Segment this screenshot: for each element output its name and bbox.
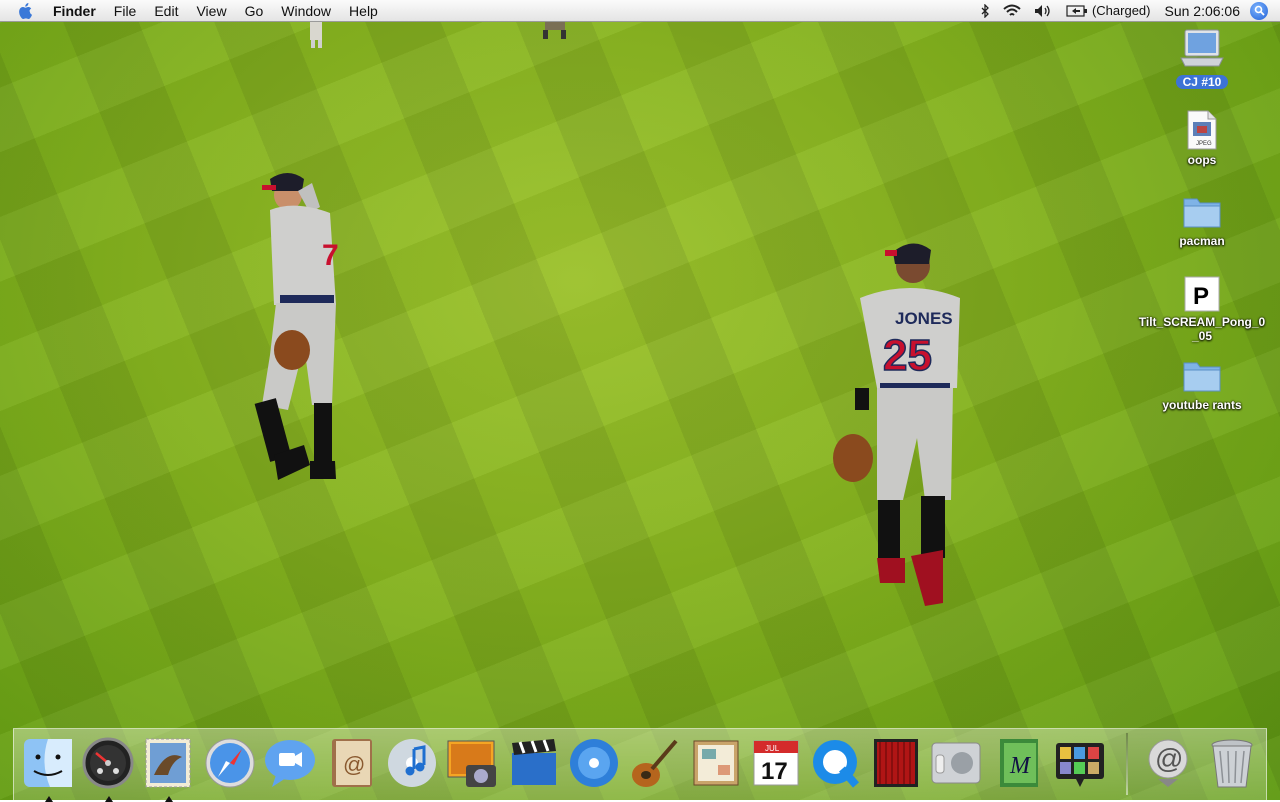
- player-right-figure: JONES 25: [833, 243, 960, 606]
- iweb-icon: [693, 740, 739, 786]
- bluetooth-icon[interactable]: [974, 3, 996, 18]
- menu-go[interactable]: Go: [236, 0, 273, 22]
- desktop-item-pacman[interactable]: pacman: [1137, 193, 1267, 248]
- desktop-item-youtube-rants[interactable]: youtube rants: [1137, 357, 1267, 412]
- dock-iphoto[interactable]: [444, 735, 500, 791]
- menu-edit[interactable]: Edit: [145, 0, 187, 22]
- desktop-item-label: oops: [1187, 153, 1217, 167]
- desktop-item-tilt-scream-pong[interactable]: P Tilt_SCREAM_Pong_0_05: [1137, 276, 1267, 343]
- desktop-item-cj10[interactable]: CJ #10: [1137, 28, 1267, 89]
- folder-icon: [1183, 362, 1221, 392]
- dock-spaces[interactable]: [1052, 735, 1108, 791]
- background-figure-left: [310, 20, 322, 48]
- iphoto-icon: [447, 740, 496, 787]
- menu-clock[interactable]: Sun 2:06:06: [1156, 3, 1250, 19]
- notebook-glyph: M: [1009, 753, 1032, 779]
- dock-imovie[interactable]: [506, 735, 562, 791]
- apple-logo-icon[interactable]: [18, 2, 36, 20]
- finder-icon: [24, 739, 72, 787]
- dock-finder[interactable]: [20, 735, 76, 802]
- player-left-figure: 7: [254, 173, 339, 480]
- dock-system-preferences[interactable]: [928, 735, 984, 791]
- menu-finder[interactable]: Finder: [44, 0, 105, 22]
- dock-itunes[interactable]: [384, 735, 440, 791]
- menu-help[interactable]: Help: [340, 0, 387, 22]
- dock: @ JUL 17 M @: [13, 728, 1267, 802]
- menu-extras: (Charged) Sun 2:06:06: [974, 0, 1280, 22]
- wifi-icon[interactable]: [996, 4, 1028, 18]
- garageband-guitar-icon: [632, 739, 678, 787]
- dock-iweb[interactable]: [688, 735, 744, 791]
- dock-idvd[interactable]: [566, 735, 622, 791]
- document-glyph: P: [1193, 283, 1209, 310]
- dock-green-notebook[interactable]: M: [992, 735, 1048, 791]
- dock-front-row[interactable]: [868, 735, 924, 791]
- menu-file[interactable]: File: [105, 0, 146, 22]
- jersey-number-text: 25: [883, 331, 932, 380]
- jpeg-file-icon: JPEG: [1187, 110, 1217, 150]
- running-indicator: [165, 796, 173, 802]
- jersey-name-text: JONES: [895, 309, 953, 328]
- menu-window[interactable]: Window: [272, 0, 340, 22]
- volume-icon[interactable]: [1028, 4, 1060, 18]
- front-row-icon: [874, 739, 918, 787]
- dock-dashboard[interactable]: [80, 735, 136, 802]
- trash-icon: [1211, 739, 1253, 788]
- svg-text:@: @: [343, 752, 365, 777]
- dock-mail-stack[interactable]: @: [1140, 735, 1196, 791]
- battery-icon: [1066, 4, 1087, 17]
- ichat-bubble-icon: [265, 740, 315, 787]
- stack-glyph: @: [1155, 743, 1183, 774]
- ical-day: 17: [761, 758, 788, 785]
- dock-ichat[interactable]: [262, 735, 318, 791]
- menu-view[interactable]: View: [187, 0, 235, 22]
- imovie-clapper-icon: [512, 739, 556, 785]
- itunes-icon: [388, 739, 436, 787]
- desktop-item-label: youtube rants: [1162, 398, 1242, 412]
- quicktime-icon: [813, 740, 860, 788]
- dock-ical[interactable]: JUL 17: [748, 735, 804, 791]
- mail-stamp-icon: [145, 738, 191, 788]
- spotlight-search-icon[interactable]: [1250, 1, 1268, 20]
- green-notebook-icon: M: [1000, 739, 1038, 787]
- dock-trash[interactable]: [1204, 735, 1260, 791]
- spaces-grid-icon: [1056, 743, 1104, 787]
- safari-compass-icon: [205, 738, 255, 788]
- menu-bar: Finder File Edit View Go Window Help (Ch…: [0, 0, 1280, 22]
- address-book-icon: @: [332, 739, 372, 787]
- desktop-wallpaper: 7 JONES 25: [0, 0, 1280, 800]
- jpeg-badge: JPEG: [1196, 141, 1212, 147]
- dashboard-icon: [82, 737, 134, 789]
- desktop-item-label: Tilt_SCREAM_Pong_0_05: [1138, 315, 1266, 343]
- folder-icon: [1183, 198, 1221, 228]
- ical-month: JUL: [765, 744, 780, 753]
- ical-calendar-icon: JUL 17: [753, 740, 799, 786]
- running-indicator: [105, 796, 113, 802]
- battery-status[interactable]: (Charged): [1060, 3, 1157, 18]
- player-left-number: 7: [322, 239, 339, 272]
- dock-mail[interactable]: [140, 735, 196, 802]
- idvd-icon: [570, 739, 618, 787]
- document-p-icon: P: [1184, 276, 1220, 312]
- system-preferences-icon: [931, 742, 981, 784]
- dock-garageband[interactable]: [626, 735, 682, 791]
- desktop-item-label: pacman: [1179, 234, 1225, 248]
- running-indicator: [45, 796, 53, 802]
- desktop-item-oops[interactable]: JPEG oops: [1137, 110, 1267, 167]
- desktop-item-label: CJ #10: [1175, 75, 1229, 89]
- hard-drive-laptop-icon: [1180, 29, 1224, 67]
- battery-text: (Charged): [1091, 3, 1151, 18]
- dock-safari[interactable]: [202, 735, 258, 791]
- dock-address-book[interactable]: @: [324, 735, 380, 791]
- dock-quicktime[interactable]: [808, 735, 864, 791]
- dock-separator: [1126, 733, 1128, 795]
- at-sign-stack-icon: @: [1148, 739, 1188, 787]
